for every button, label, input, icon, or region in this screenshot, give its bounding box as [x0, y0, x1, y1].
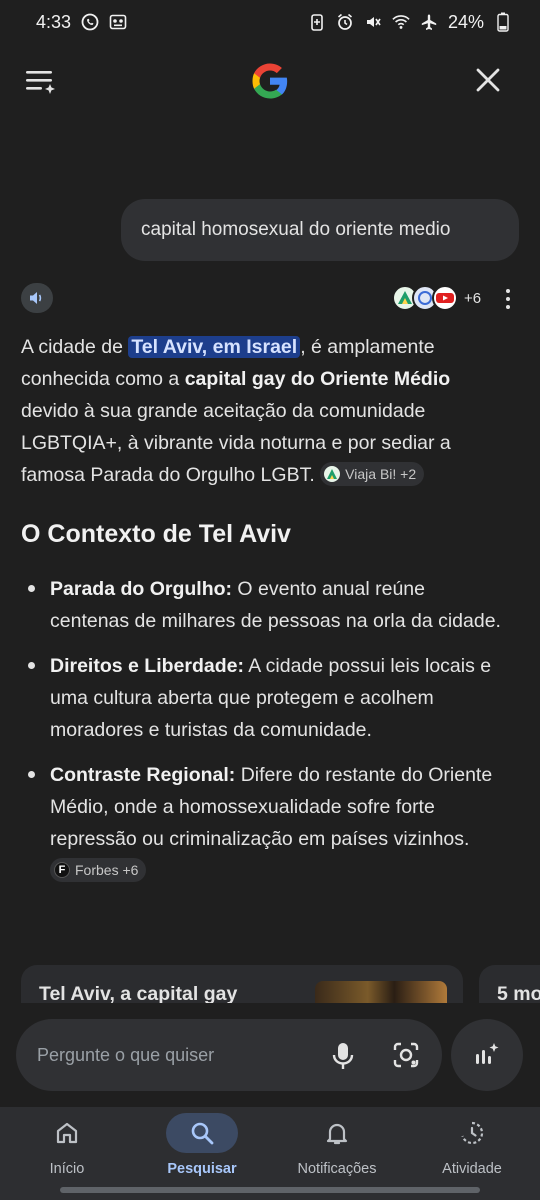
list-item: Contraste Regional: Difere do restante d… [21, 759, 501, 887]
ask-input-bar[interactable]: Pergunte o que quiser [16, 1019, 442, 1091]
list-item: Direitos e Liberdade: A cidade possui le… [21, 650, 501, 746]
gesture-bar[interactable] [60, 1187, 480, 1193]
nav-label: Notificações [297, 1161, 377, 1177]
source-chip[interactable]: F Forbes +6 [50, 857, 147, 882]
related-card[interactable]: 5 mo [479, 965, 540, 1003]
ask-input-placeholder[interactable]: Pergunte o que quiser [37, 1045, 214, 1066]
dot [506, 305, 510, 309]
google-logo [249, 60, 291, 102]
dot [506, 289, 510, 293]
nav-icon-container [166, 1113, 238, 1153]
mute-icon [364, 13, 382, 31]
nav-item-notifications[interactable]: Notificações [277, 1113, 397, 1177]
more-options-button[interactable] [498, 285, 518, 313]
status-left: 4:33 [36, 12, 127, 33]
mic-icon [332, 1043, 354, 1069]
nav-item-home[interactable]: Início [7, 1113, 127, 1177]
home-icon [56, 1122, 78, 1144]
source-favicon-icon [432, 285, 458, 311]
context-list: Parada do Orgulho: O evento anual reúne … [21, 573, 501, 900]
nav-item-activity[interactable]: Atividade [412, 1113, 532, 1177]
nav-label: Início [49, 1161, 85, 1177]
voicemail-icon [109, 13, 127, 31]
user-query-bubble[interactable]: capital homosexual do oriente medio [121, 199, 519, 261]
nav-item-search[interactable]: Pesquisar [142, 1113, 262, 1177]
nav-icon-container [301, 1113, 373, 1153]
answer-bold-text: capital gay do Oriente Médio [184, 368, 451, 390]
status-right: 24% [308, 12, 512, 33]
battery-saver-icon [308, 13, 326, 31]
live-waveform-icon [476, 1043, 499, 1064]
source-chip[interactable]: Viaja Bi! +2 [320, 461, 425, 486]
dot [506, 297, 510, 301]
sources-button[interactable]: +6 [392, 284, 481, 312]
forbes-icon: F [54, 861, 70, 878]
section-title: O Contexto de Tel Aviv [21, 520, 291, 548]
card-title: Tel Aviv, a capital gay [39, 983, 238, 1003]
list-item-label: Direitos e Liberdade: [50, 655, 244, 677]
ai-live-button[interactable] [451, 1019, 523, 1091]
wifi-icon [392, 13, 410, 31]
history-menu-button[interactable] [24, 66, 58, 96]
bell-icon [326, 1123, 348, 1145]
airplane-icon [420, 13, 438, 31]
viaja-bi-icon [324, 465, 341, 482]
whatsapp-icon [81, 13, 99, 31]
list-item: Parada do Orgulho: O evento anual reúne … [21, 573, 501, 637]
voice-search-button[interactable] [329, 1041, 357, 1071]
source-chip-label: Viaja Bi! +2 [345, 465, 417, 482]
related-card[interactable]: Tel Aviv, a capital gay [21, 965, 463, 1003]
alarm-icon [336, 13, 354, 31]
answer-text: A cidade de [21, 336, 129, 358]
status-bar: 4:33 24% [0, 0, 540, 44]
camera-lens-icon [393, 1042, 419, 1068]
card-thumbnail [315, 981, 447, 1003]
sources-count: +6 [464, 289, 482, 307]
list-item-label: Parada do Orgulho: [50, 578, 233, 600]
status-time: 4:33 [36, 11, 72, 32]
list-item-label: Contraste Regional: [50, 764, 236, 786]
battery-icon [494, 12, 512, 32]
source-chip-label: Forbes +6 [75, 861, 139, 878]
highlighted-entity[interactable]: Tel Aviv, em Israel [128, 336, 301, 358]
close-icon [476, 68, 500, 92]
ai-answer-paragraph: A cidade de Tel Aviv, em Israel, é ampla… [21, 331, 501, 491]
nav-icon-container [31, 1113, 103, 1153]
nav-label: Atividade [442, 1161, 502, 1177]
card-title: 5 mo [497, 983, 540, 1003]
related-cards-row: Tel Aviv, a capital gay 5 mo [21, 965, 540, 1003]
nav-label: Pesquisar [167, 1161, 237, 1177]
top-bar [0, 52, 540, 112]
activity-icon [461, 1121, 484, 1145]
search-icon [191, 1122, 214, 1145]
menu-sparkle-icon [26, 71, 55, 94]
speaker-icon [30, 292, 42, 304]
lens-search-button[interactable] [392, 1041, 420, 1069]
battery-percent: 24% [447, 11, 484, 32]
read-aloud-button[interactable] [21, 283, 53, 313]
user-query-text: capital homosexual do oriente medio [141, 219, 451, 240]
nav-icon-container [436, 1113, 508, 1153]
close-button[interactable] [472, 64, 504, 96]
